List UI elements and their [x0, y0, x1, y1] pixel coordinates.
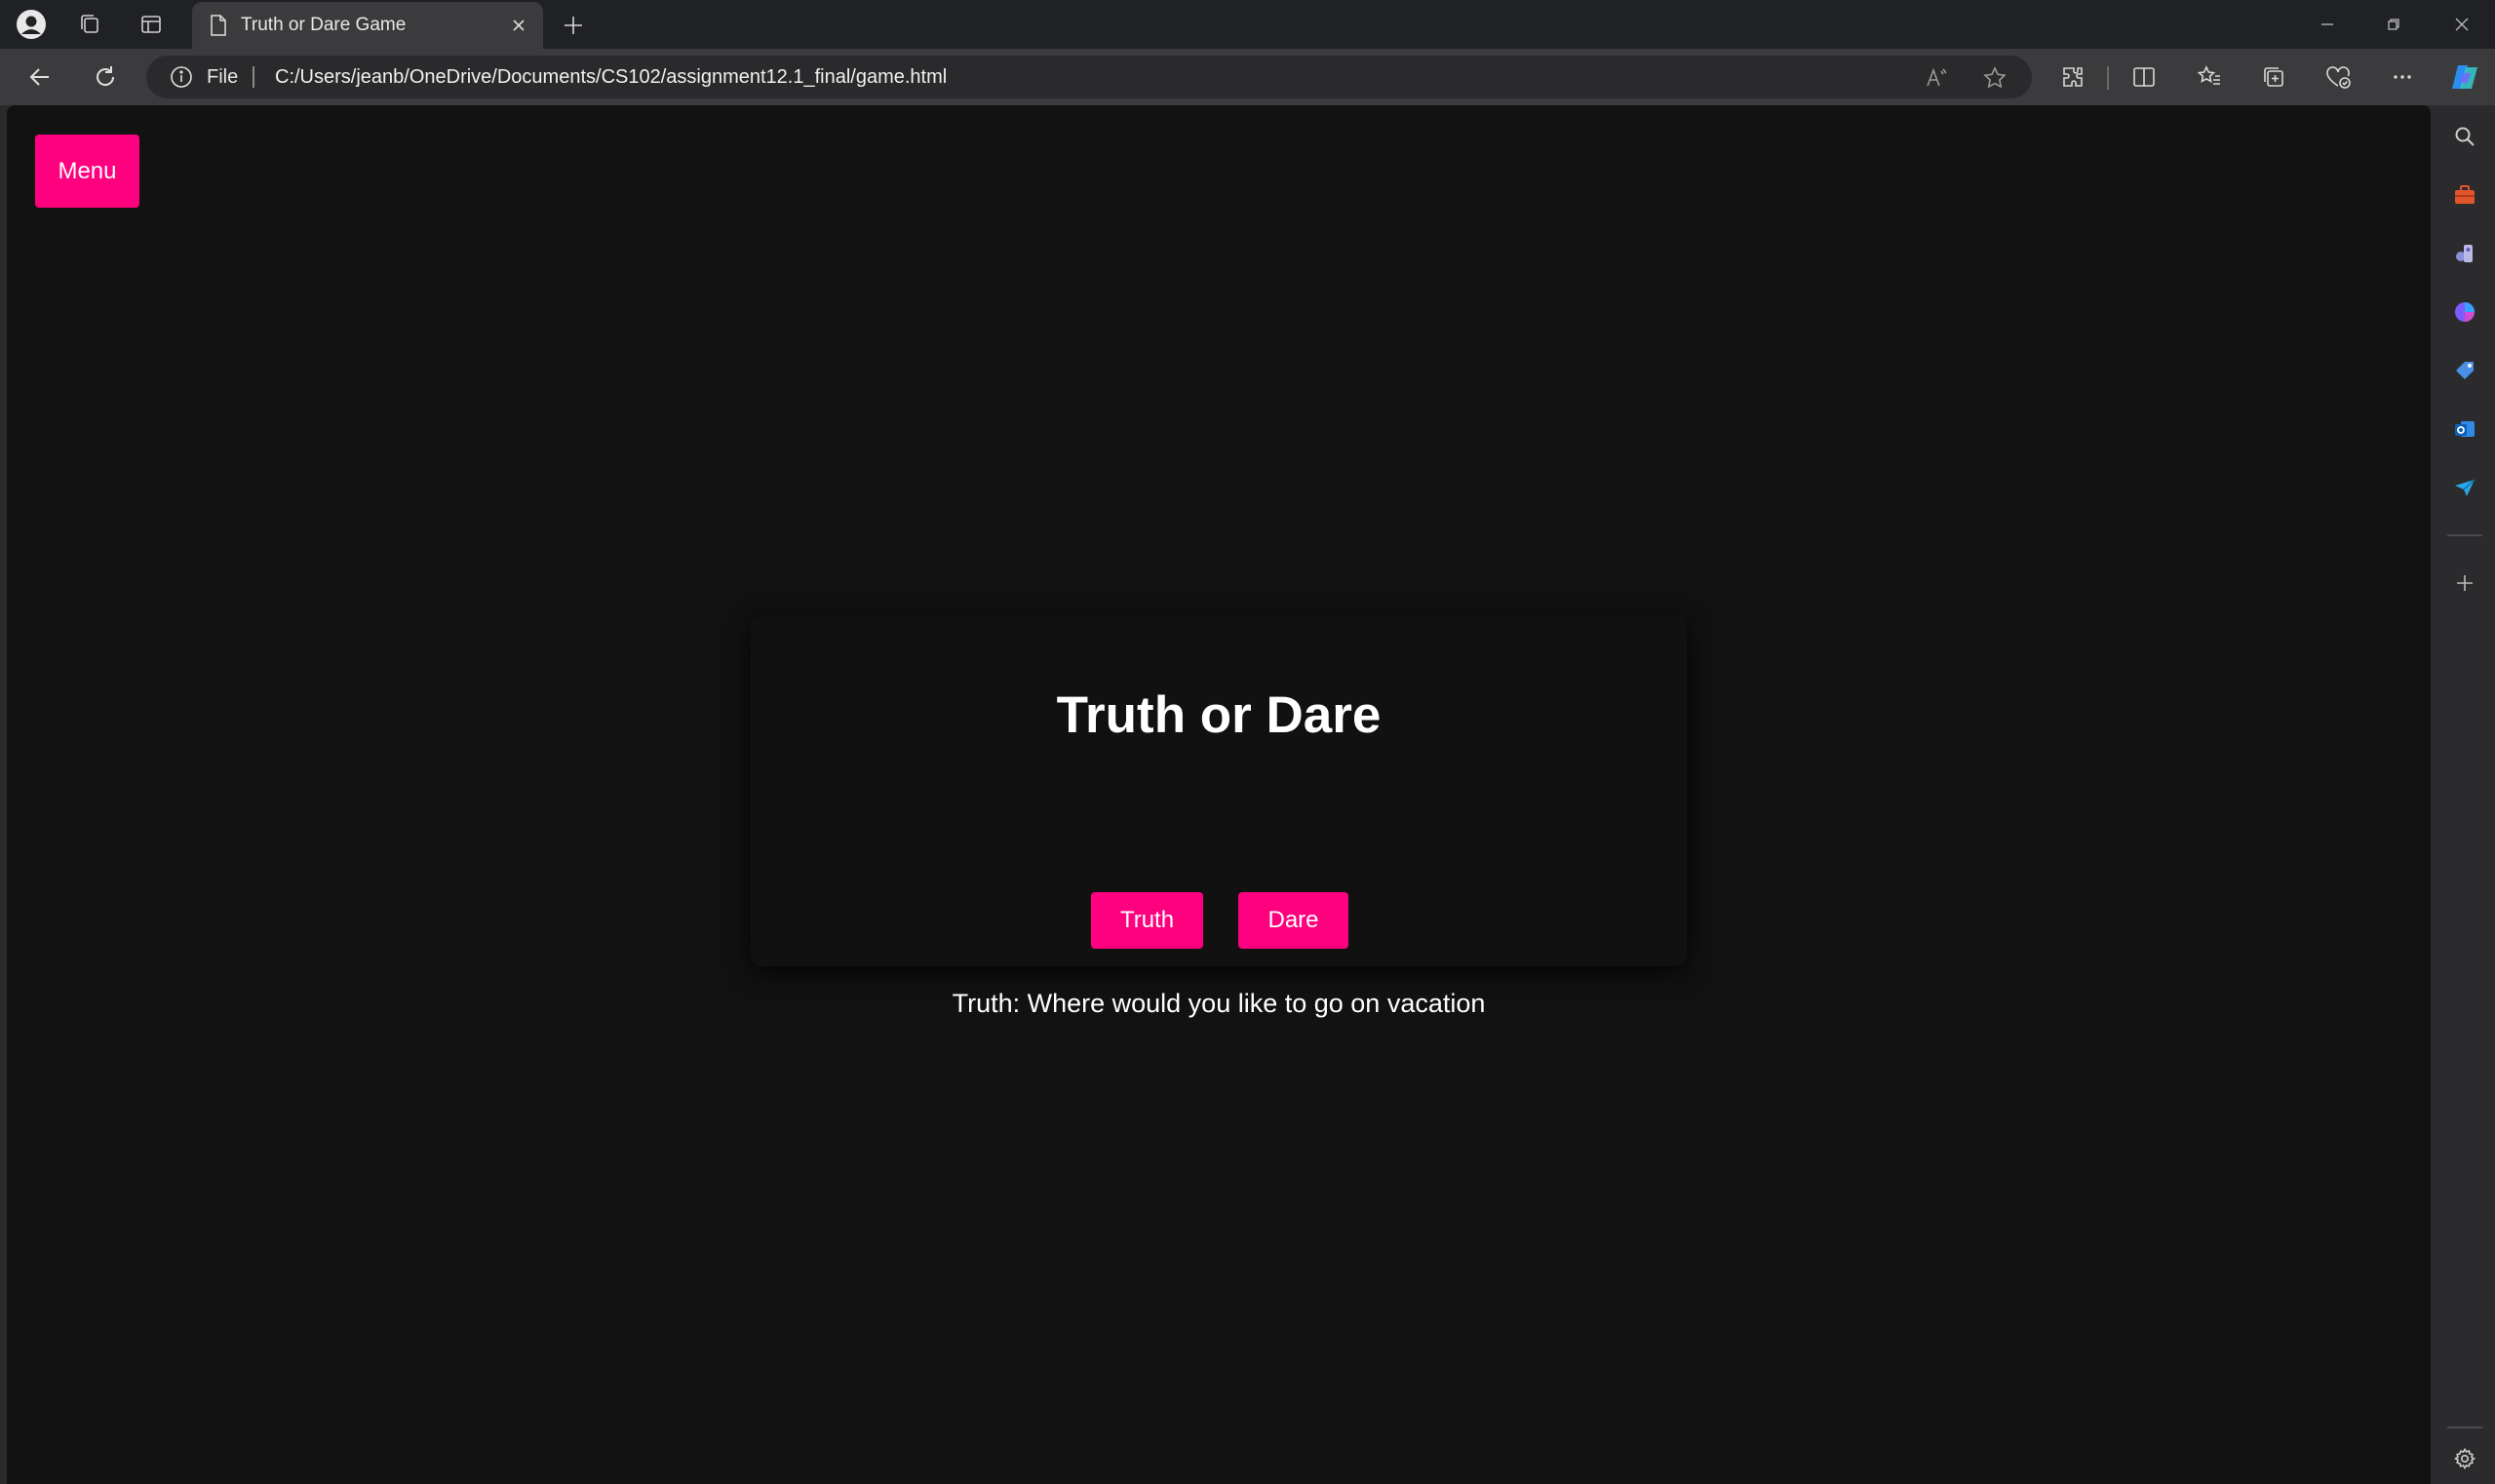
outlook-icon[interactable] [2449, 413, 2480, 445]
page-viewport: Menu Truth or Dare Truth Dare Truth: Whe… [7, 105, 2431, 1484]
refresh-icon[interactable] [88, 59, 123, 95]
result-text: Truth: Where would you like to go on vac… [952, 989, 1486, 1018]
info-icon[interactable] [170, 65, 193, 89]
address-divider [253, 66, 254, 88]
tab-actions-icon[interactable] [136, 9, 167, 40]
toolbar-divider [2107, 66, 2109, 90]
edge-sidebar [2434, 105, 2495, 1484]
read-aloud-icon[interactable] [1924, 65, 1949, 91]
sidebar-divider [2447, 534, 2482, 536]
close-icon[interactable] [504, 11, 533, 40]
profile-icon[interactable] [16, 9, 47, 40]
new-tab-icon[interactable] [558, 10, 589, 41]
address-scheme: File [207, 66, 239, 88]
browser-toolbar: File C:/Users/jeanb/OneDrive/Documents/C… [0, 49, 2495, 105]
collections-icon[interactable] [2258, 61, 2289, 93]
window-close-icon[interactable] [2437, 8, 2486, 41]
extensions-icon[interactable] [2057, 61, 2088, 93]
search-icon[interactable] [2449, 121, 2480, 152]
copilot-sidebar-icon[interactable] [2449, 296, 2480, 328]
dare-button[interactable]: Dare [1238, 892, 1348, 949]
games-icon[interactable] [2449, 238, 2480, 269]
address-url[interactable]: C:/Users/jeanb/OneDrive/Documents/CS102/… [275, 66, 947, 89]
menu-button[interactable]: Menu [35, 135, 139, 208]
sidebar-bottom-divider [2447, 1426, 2482, 1428]
drop-icon[interactable] [2449, 472, 2480, 503]
workspaces-icon[interactable] [74, 9, 105, 40]
address-bar[interactable]: File C:/Users/jeanb/OneDrive/Documents/C… [146, 56, 2032, 98]
back-icon[interactable] [22, 59, 58, 95]
favorite-star-icon[interactable] [1982, 65, 2008, 91]
more-icon[interactable] [2387, 61, 2418, 93]
minimize-icon[interactable] [2303, 8, 2352, 41]
tab-title: Truth or Dare Game [241, 15, 407, 35]
copilot-icon[interactable] [2449, 61, 2480, 93]
truth-button[interactable]: Truth [1091, 892, 1203, 949]
page-icon [210, 15, 227, 36]
settings-icon[interactable] [2449, 1443, 2480, 1474]
page-title: Truth or Dare [1056, 686, 1382, 744]
shopping-icon[interactable] [2449, 355, 2480, 386]
tools-icon[interactable] [2449, 179, 2480, 211]
favorites-icon[interactable] [2194, 61, 2225, 93]
browser-essentials-icon[interactable] [2322, 61, 2354, 93]
split-screen-icon[interactable] [2128, 61, 2160, 93]
browser-title-bar: Truth or Dare Game [0, 0, 2495, 49]
add-icon[interactable] [2449, 567, 2480, 599]
active-tab[interactable]: Truth or Dare Game [192, 2, 543, 49]
restore-icon[interactable] [2369, 8, 2418, 41]
game-card: Truth or Dare [751, 615, 1687, 966]
